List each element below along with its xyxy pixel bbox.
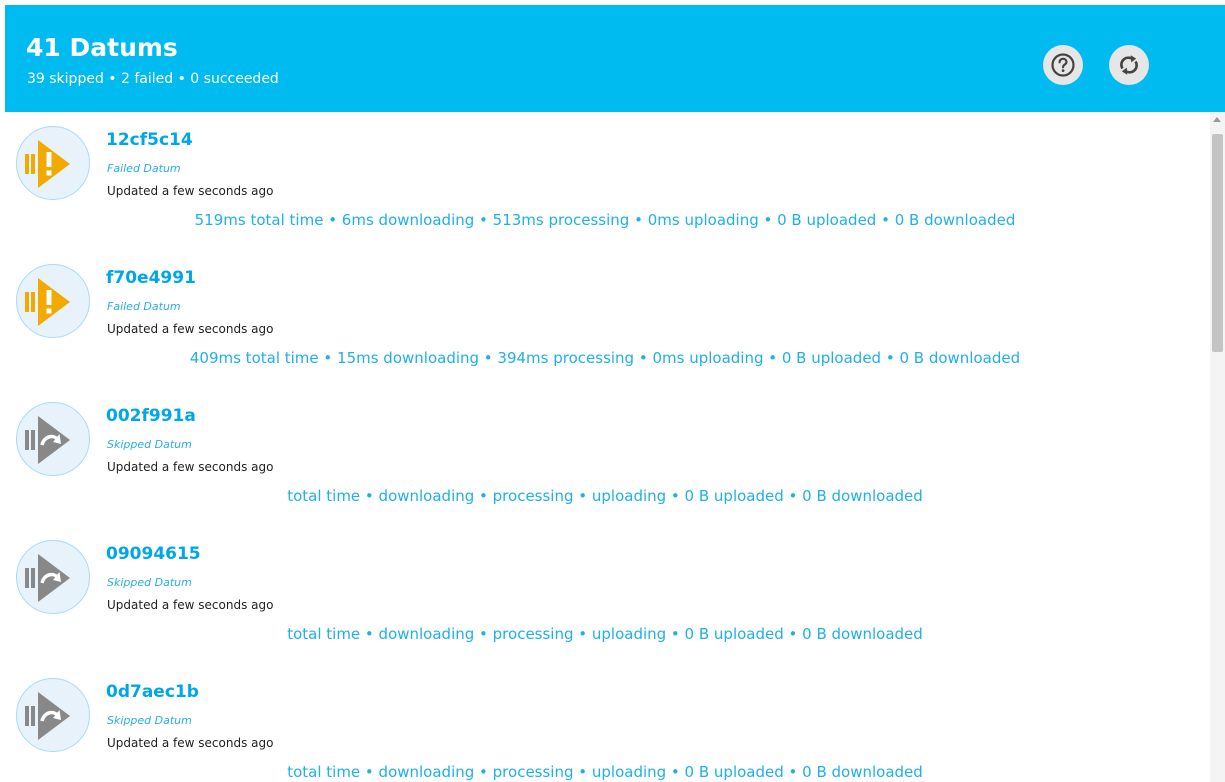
datum-status: Skipped Datum — [107, 438, 192, 451]
datum-id-link[interactable]: 09094615 — [106, 544, 201, 564]
skipped-datum-icon — [25, 692, 70, 740]
datum-avatar — [16, 264, 90, 338]
datum-status: Skipped Datum — [107, 576, 192, 589]
datum-avatar — [16, 540, 90, 614]
datum-updated: Updated a few seconds ago — [107, 460, 274, 474]
datum-row: 09094615 Skipped Datum Updated a few sec… — [0, 526, 1210, 664]
datum-stats: total time • downloading • processing • … — [287, 487, 923, 505]
datum-status: Failed Datum — [107, 162, 181, 175]
failed-datum-icon — [25, 278, 70, 326]
datum-avatar — [16, 402, 90, 476]
refresh-button[interactable] — [1109, 45, 1149, 85]
scrollbar-thumb[interactable] — [1212, 134, 1223, 352]
datum-avatar — [16, 678, 90, 752]
datum-row: 12cf5c14 Failed Datum Updated a few seco… — [0, 112, 1210, 250]
datum-updated: Updated a few seconds ago — [107, 598, 274, 612]
datum-id-link[interactable]: 0d7aec1b — [106, 682, 199, 702]
refresh-icon — [1120, 55, 1138, 75]
datum-row: 002f991a Skipped Datum Updated a few sec… — [0, 388, 1210, 526]
datum-updated: Updated a few seconds ago — [107, 184, 274, 198]
datum-stats: 519ms total time • 6ms downloading • 513… — [194, 211, 1016, 229]
datum-updated: Updated a few seconds ago — [107, 322, 274, 336]
datum-row: f70e4991 Failed Datum Updated a few seco… — [0, 250, 1210, 388]
skipped-datum-icon — [25, 416, 70, 464]
datum-status: Failed Datum — [107, 300, 181, 313]
datum-stats: total time • downloading • processing • … — [287, 763, 923, 781]
scroll-up-arrow-icon[interactable] — [1213, 117, 1221, 122]
question-circle-icon — [1051, 53, 1075, 77]
datum-id-link[interactable]: 12cf5c14 — [106, 130, 193, 150]
vertical-scrollbar[interactable] — [1210, 112, 1225, 782]
skipped-datum-icon — [25, 554, 70, 602]
datum-stats: total time • downloading • processing • … — [287, 625, 923, 643]
page-title: 41 Datums — [26, 33, 178, 62]
datum-stats: 409ms total time • 15ms downloading • 39… — [189, 349, 1021, 367]
datum-id-link[interactable]: f70e4991 — [106, 268, 196, 288]
datums-header: 41 Datums 39 skipped • 2 failed • 0 succ… — [5, 5, 1225, 112]
datum-status: Skipped Datum — [107, 714, 192, 727]
datum-row: 0d7aec1b Skipped Datum Updated a few sec… — [0, 664, 1210, 782]
datum-summary: 39 skipped • 2 failed • 0 succeeded — [27, 71, 279, 87]
datum-list: 12cf5c14 Failed Datum Updated a few seco… — [0, 112, 1210, 782]
datum-id-link[interactable]: 002f991a — [106, 406, 196, 426]
datum-updated: Updated a few seconds ago — [107, 736, 274, 750]
help-button[interactable] — [1043, 45, 1083, 85]
datum-avatar — [16, 126, 90, 200]
failed-datum-icon — [25, 140, 70, 188]
